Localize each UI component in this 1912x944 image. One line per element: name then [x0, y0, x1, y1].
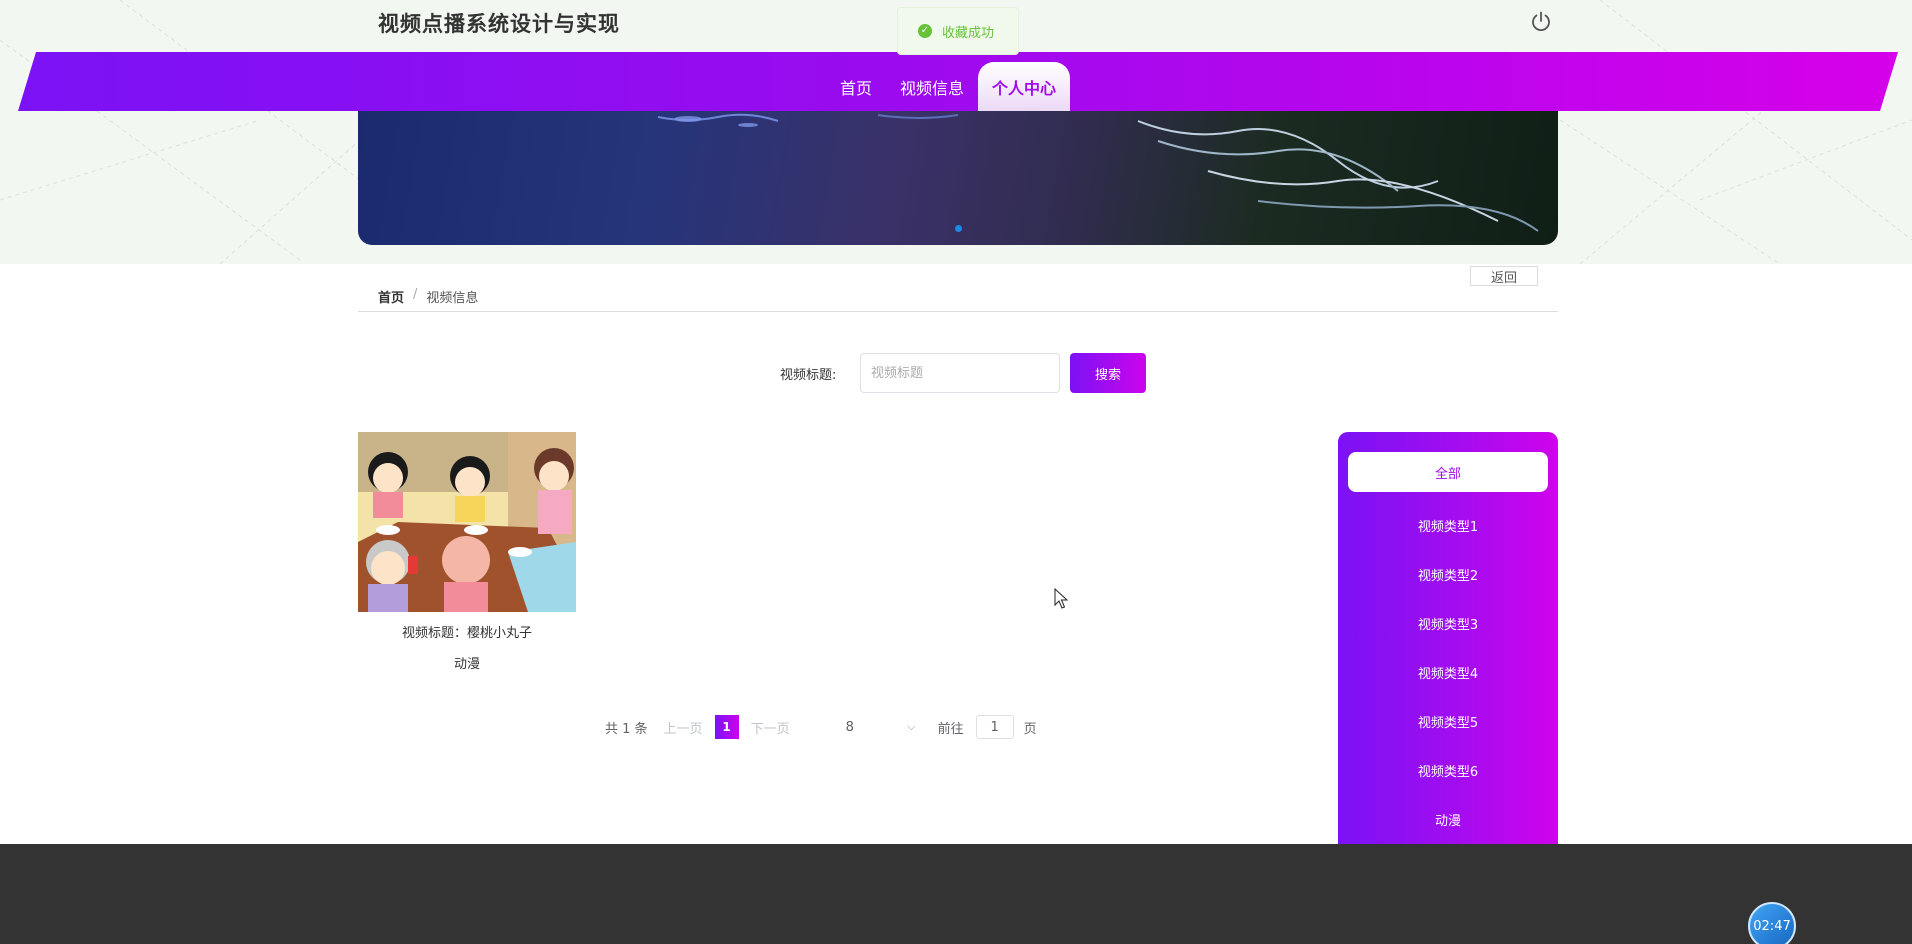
- video-thumbnail[interactable]: [358, 432, 576, 612]
- carousel-indicator[interactable]: [955, 225, 962, 232]
- chevron-down-icon: ⌵: [907, 720, 916, 733]
- category-type-3[interactable]: 视频类型3: [1338, 599, 1558, 648]
- toast-message: 收藏成功: [942, 25, 995, 41]
- nav-item-personal-center[interactable]: 个人中心: [978, 62, 1071, 111]
- video-card[interactable]: 视频标题：樱桃小丸子 动漫: [358, 432, 576, 672]
- search-button[interactable]: 搜索: [1070, 353, 1146, 393]
- divider: [358, 311, 1558, 312]
- check-circle-icon: ✓: [918, 24, 932, 38]
- power-icon[interactable]: [1529, 10, 1553, 34]
- footer: [0, 844, 1912, 944]
- main-nav: 首页 视频信息 个人中心: [826, 62, 1071, 111]
- pagination-next[interactable]: 下一页: [751, 718, 790, 737]
- category-type-1[interactable]: 视频类型1: [1338, 501, 1558, 550]
- breadcrumb-separator: /: [413, 287, 418, 302]
- category-type-4[interactable]: 视频类型4: [1338, 648, 1558, 697]
- pagination-current-page[interactable]: 1: [714, 715, 739, 739]
- timer-badge[interactable]: 02:47: [1748, 902, 1796, 944]
- back-button[interactable]: 返回: [1470, 266, 1538, 286]
- success-toast: ✓ 收藏成功: [897, 7, 1019, 55]
- breadcrumb-home[interactable]: 首页: [378, 287, 404, 306]
- breadcrumb: 首页 / 视频信息: [378, 287, 478, 306]
- page-size-select[interactable]: 8 ⌵: [830, 715, 920, 739]
- pagination-total: 共 1 条: [605, 721, 648, 737]
- search-input[interactable]: [860, 353, 1060, 393]
- pagination-page-unit: 页: [1023, 721, 1037, 737]
- category-type-6[interactable]: 视频类型6: [1338, 746, 1558, 795]
- category-anime[interactable]: 动漫: [1338, 795, 1558, 844]
- breadcrumb-current: 视频信息: [426, 291, 479, 306]
- nav-item-home[interactable]: 首页: [826, 62, 886, 111]
- page-size-value: 8: [845, 719, 854, 735]
- category-type-2[interactable]: 视频类型2: [1338, 550, 1558, 599]
- pagination-goto-input[interactable]: [975, 715, 1014, 739]
- pagination-goto-label: 前往: [937, 721, 964, 737]
- category-type-5[interactable]: 视频类型5: [1338, 697, 1558, 746]
- pagination: 共 1 条 上一页 1 下一页 8 ⌵ 前往 页: [605, 715, 1037, 739]
- mouse-cursor-icon: [1054, 588, 1068, 609]
- category-panel: 全部 视频类型1 视频类型2 视频类型3 视频类型4 视频类型5 视频类型6 动…: [1338, 432, 1558, 844]
- video-type: 动漫: [453, 657, 480, 672]
- category-all[interactable]: 全部: [1348, 452, 1548, 492]
- nav-item-video-info[interactable]: 视频信息: [886, 62, 978, 111]
- pagination-prev[interactable]: 上一页: [664, 718, 703, 737]
- video-title: 视频标题：樱桃小丸子: [401, 626, 532, 641]
- search-label: 视频标题:: [780, 368, 837, 383]
- site-title: 视频点播系统设计与实现: [378, 12, 620, 36]
